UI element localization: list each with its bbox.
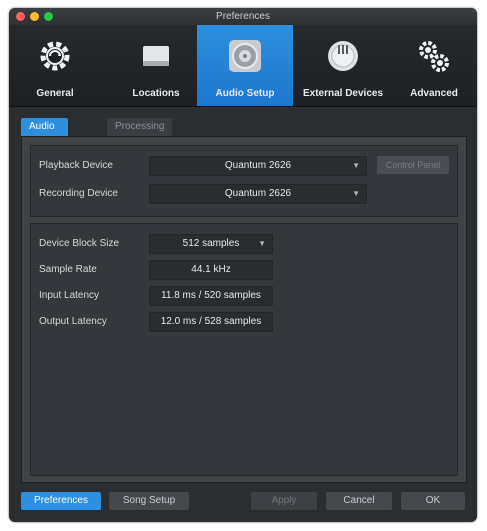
output-latency-label: Output Latency [39,316,107,327]
apply-button[interactable]: Apply [251,492,317,510]
speaker-icon [229,40,261,72]
cancel-button[interactable]: Cancel [326,492,392,510]
playback-device-value: Quantum 2626 [224,160,292,171]
recording-device-label: Recording Device [39,188,118,199]
preferences-window: Preferences General Locations Audio Setu… [9,8,477,522]
toolbar-item-audio-setup[interactable]: Audio Setup [197,25,293,106]
zoom-window-button[interactable] [44,12,53,21]
song-setup-button[interactable]: Song Setup [109,492,189,510]
audio-device-panel: Playback Device Quantum 2626 ▼ Control P… [21,136,467,483]
chevron-down-icon: ▼ [352,161,360,170]
output-latency-value: 12.0 ms / 528 samples [149,312,273,332]
chevron-down-icon: ▼ [352,189,360,198]
window-title: Preferences [216,11,270,22]
device-selection-group: Playback Device Quantum 2626 ▼ Control P… [30,145,458,217]
gear-icon [40,41,70,71]
toolbar-label-external-devices: External Devices [302,88,384,99]
playback-device-select[interactable]: Quantum 2626 ▼ [149,156,367,176]
block-size-select[interactable]: 512 samples ▼ [149,234,273,254]
drive-icon [143,46,169,66]
playback-device-label: Playback Device [39,160,113,171]
input-latency-label: Input Latency [39,290,100,301]
keyboard-icon [328,41,358,71]
toolbar-label-general: General [36,88,74,99]
tab-processing[interactable]: Processing [107,118,173,136]
block-size-value: 512 samples [182,238,240,249]
ok-button[interactable]: OK [401,492,465,510]
input-latency-value: 11.8 ms / 520 samples [149,286,273,306]
toolbar-label-audio-setup: Audio Setup [215,88,275,99]
control-panel-button[interactable]: Control Panel [377,156,449,174]
preferences-toolbar: General Locations Audio Setup External D… [9,25,477,107]
sample-rate-value: 44.1 kHz [149,260,273,280]
tab-audio-device[interactable]: Audio Device [21,118,68,150]
toolbar-item-locations[interactable]: Locations [110,25,202,106]
preferences-button[interactable]: Preferences [21,492,101,510]
chevron-down-icon: ▼ [258,239,266,248]
block-size-label: Device Block Size [39,238,120,249]
minimize-window-button[interactable] [30,12,39,21]
close-window-button[interactable] [16,12,25,21]
gears-icon [419,41,449,72]
toolbar-item-advanced[interactable]: Advanced [391,25,477,106]
title-bar: Preferences [9,8,477,25]
sample-rate-label: Sample Rate [39,264,97,275]
device-info-group: Device Block Size 512 samples ▼ Sample R… [30,223,458,476]
toolbar-label-locations: Locations [132,88,180,99]
recording-device-value: Quantum 2626 [224,188,292,199]
toolbar-label-advanced: Advanced [410,88,458,99]
recording-device-select[interactable]: Quantum 2626 ▼ [149,184,367,204]
toolbar-item-external-devices[interactable]: External Devices [297,25,389,106]
toolbar-item-general[interactable]: General [9,25,101,106]
